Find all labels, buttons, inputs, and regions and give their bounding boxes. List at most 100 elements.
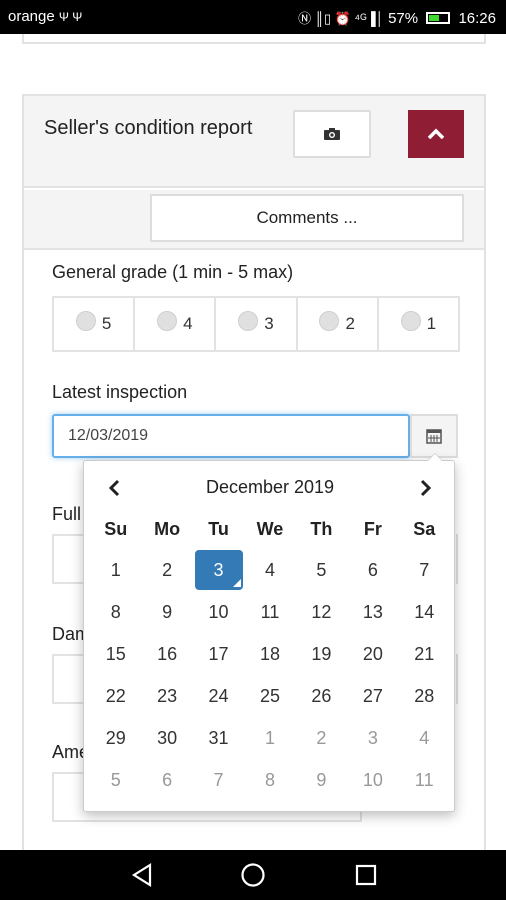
full-history-label: Full (52, 504, 82, 524)
calendar-day[interactable]: 5 (296, 549, 347, 591)
day-number: 5 (316, 559, 327, 580)
grade-option-label: 4 (183, 314, 193, 333)
day-number: 24 (208, 685, 229, 706)
radio-icon[interactable] (157, 311, 178, 331)
grade-option-label: 1 (426, 314, 437, 333)
calendar-day[interactable]: 4 (244, 549, 295, 591)
calendar-day[interactable]: 27 (347, 675, 398, 717)
calendar-day[interactable]: 24 (193, 675, 244, 717)
calendar-day[interactable]: 19 (296, 633, 347, 675)
day-number: 11 (414, 769, 434, 790)
weekday-header: Tu (208, 518, 229, 539)
home-button[interactable] (233, 860, 273, 890)
grade-option-4[interactable]: 4 (133, 296, 217, 352)
calendar-day[interactable]: 2 (141, 549, 192, 591)
day-number: 15 (105, 643, 126, 664)
calendar-day[interactable]: 3 (347, 717, 398, 759)
calendar-day[interactable]: 18 (244, 633, 295, 675)
day-number: 7 (419, 559, 430, 580)
calendar-day[interactable]: 6 (347, 549, 398, 591)
day-number: 2 (316, 727, 327, 748)
calendar-day[interactable]: 1 (244, 717, 295, 759)
back-button[interactable] (122, 860, 162, 890)
calendar-day[interactable]: 14 (399, 591, 450, 633)
calendar-day[interactable]: 8 (90, 591, 141, 633)
next-month-button[interactable] (412, 475, 440, 501)
calendar-day[interactable]: 23 (141, 675, 192, 717)
calendar-day[interactable]: 22 (90, 675, 141, 717)
calendar-day[interactable]: 30 (141, 717, 192, 759)
calendar-day[interactable]: 10 (347, 759, 398, 801)
calendar-button[interactable] (410, 414, 458, 458)
chevron-up-icon (427, 128, 445, 140)
android-nav-bar (0, 850, 506, 900)
radio-icon[interactable] (400, 311, 421, 331)
previous-card-bottom (22, 34, 486, 44)
calendar-day[interactable]: 2 (296, 717, 347, 759)
calendar-day[interactable]: 9 (141, 591, 192, 633)
panel-title: Seller's condition report (44, 117, 253, 139)
status-left: orange Ψ Ψ (8, 8, 82, 25)
calendar-day[interactable]: 28 (399, 675, 450, 717)
radio-icon[interactable] (319, 311, 340, 331)
calendar-day[interactable]: 16 (141, 633, 192, 675)
calendar-grid: Su Mo Tu We Th Fr Sa 1 2 3 4 5 6 7 8 9 10 11 12 13 14 15 16 17 1… (90, 509, 450, 801)
calendar-day[interactable]: 7 (399, 549, 450, 591)
grade-option-1[interactable]: 1 (376, 296, 461, 352)
day-number: 10 (362, 769, 383, 790)
month-title[interactable]: December 2019 (144, 477, 396, 498)
prev-month-button[interactable] (100, 475, 128, 501)
calendar-day[interactable]: 11 (399, 759, 450, 801)
day-number: 5 (110, 769, 121, 790)
grade-option-label: 3 (264, 314, 274, 333)
day-number: 4 (419, 727, 430, 748)
calendar-day[interactable]: 25 (244, 675, 295, 717)
grade-option-label: 5 (101, 314, 112, 333)
calendar-day[interactable]: 17 (193, 633, 244, 675)
day-number: 18 (259, 643, 280, 664)
comments-button[interactable]: Comments ... (150, 194, 464, 242)
grade-option-2[interactable]: 2 (295, 296, 379, 352)
calendar-day[interactable]: 5 (90, 759, 141, 801)
calendar-day[interactable]: 9 (296, 759, 347, 801)
home-icon (241, 863, 265, 887)
recents-button[interactable] (346, 860, 386, 890)
weekday-header: We (256, 518, 284, 539)
calendar-day[interactable]: 4 (399, 717, 450, 759)
collapse-button[interactable] (408, 110, 464, 158)
grade-radio-group: 5 4 3 2 1 (52, 296, 461, 352)
day-number: 30 (157, 727, 178, 748)
back-icon (131, 863, 152, 887)
grade-option-5[interactable]: 5 (52, 296, 136, 352)
radio-icon[interactable] (75, 311, 96, 331)
inspection-date-input[interactable]: 12/03/2019 (52, 414, 410, 458)
calendar-day[interactable]: 21 (399, 633, 450, 675)
calendar-day[interactable]: 15 (90, 633, 141, 675)
calendar-day[interactable]: 31 (193, 717, 244, 759)
calendar-day[interactable]: 1 (90, 549, 141, 591)
recents-icon (355, 864, 377, 886)
day-number: 28 (414, 685, 435, 706)
camera-icon (324, 128, 340, 140)
grade-option-3[interactable]: 3 (214, 296, 298, 352)
weekday-header: Mo (154, 518, 181, 539)
day-number: 8 (264, 769, 275, 790)
calendar-day[interactable]: 7 (193, 759, 244, 801)
day-number: 17 (208, 643, 229, 664)
calendar-day[interactable]: 8 (244, 759, 295, 801)
calendar-day[interactable]: 26 (296, 675, 347, 717)
calendar-day[interactable]: 6 (141, 759, 192, 801)
calendar-day[interactable]: 29 (90, 717, 141, 759)
radio-icon[interactable] (238, 311, 259, 331)
day-number: 13 (362, 601, 383, 622)
calendar-day[interactable]: 11 (244, 591, 295, 633)
calendar-day[interactable]: 13 (347, 591, 398, 633)
calendar-day[interactable]: 20 (347, 633, 398, 675)
day-number: 14 (414, 601, 435, 622)
calendar-day[interactable]: 12 (296, 591, 347, 633)
selected-day[interactable]: 3 (193, 549, 244, 591)
clock: 16:26 (458, 10, 496, 27)
calendar-day[interactable]: 10 (193, 591, 244, 633)
camera-button[interactable] (293, 110, 371, 158)
battery-percent: 57% (388, 10, 419, 27)
